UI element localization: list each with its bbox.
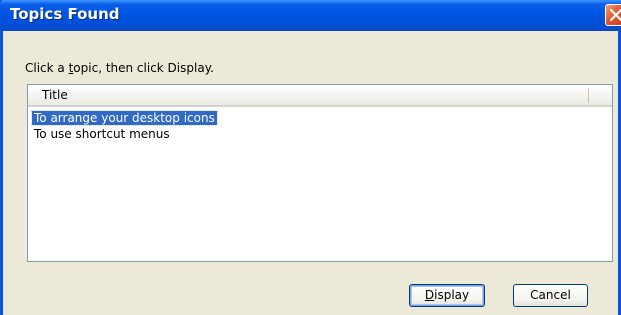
instruction-text: Click a topic, then click Display.	[25, 61, 214, 75]
instruction-prefix: Click a	[25, 61, 69, 75]
close-button[interactable]	[605, 4, 621, 26]
instruction-suffix: opic, then click Display.	[73, 61, 214, 75]
list-header: Title	[28, 85, 612, 107]
topics-found-dialog: Topics Found Click a topic, then click D…	[0, 0, 621, 315]
list-item-label: To use shortcut menus	[34, 127, 170, 141]
display-label: isplay	[434, 288, 470, 302]
list-item[interactable]: To use shortcut menus	[32, 126, 608, 142]
close-icon	[610, 9, 621, 21]
column-divider[interactable]	[588, 88, 589, 103]
title-bar[interactable]: Topics Found	[0, 0, 621, 31]
display-accel: D	[424, 288, 435, 302]
list-item-label: To arrange your desktop icons	[31, 110, 218, 126]
column-header-title[interactable]: Title	[42, 88, 68, 102]
display-button[interactable]: Display	[409, 284, 485, 307]
list-item[interactable]: To arrange your desktop icons	[31, 110, 608, 126]
dialog-title: Topics Found	[10, 5, 120, 23]
cancel-button[interactable]: Cancel	[513, 284, 588, 307]
list-items: To arrange your desktop icons To use sho…	[31, 110, 608, 142]
topics-list[interactable]: Title To arrange your desktop icons To u…	[27, 84, 613, 262]
